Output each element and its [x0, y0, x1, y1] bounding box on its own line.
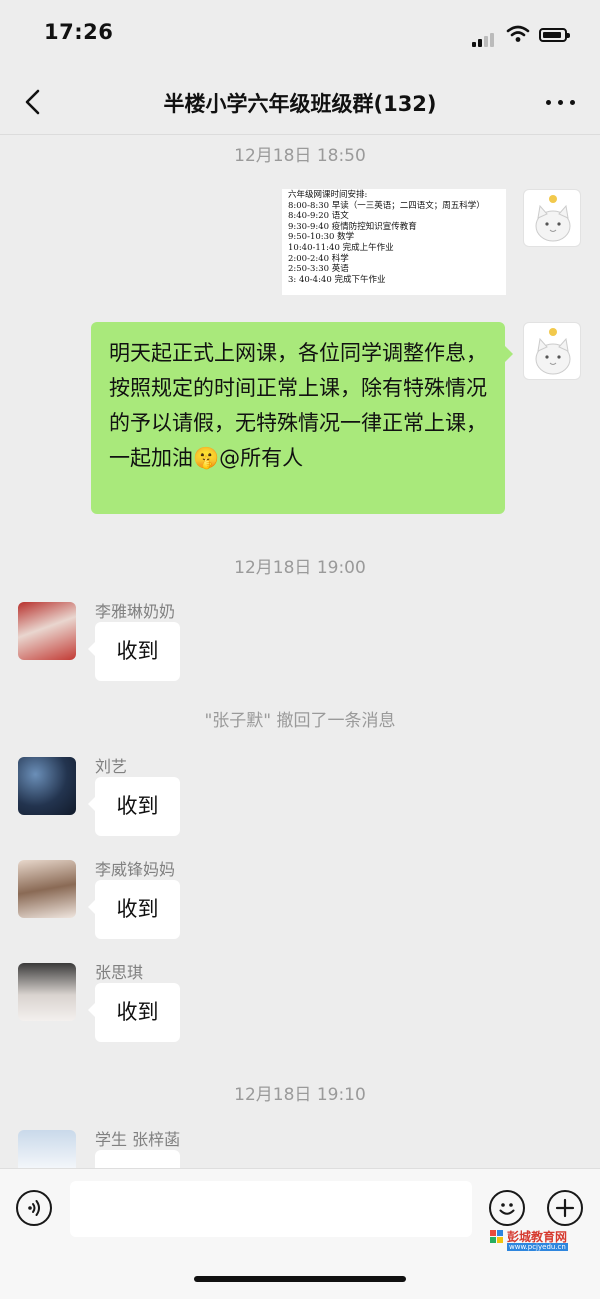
avatar[interactable] — [523, 322, 581, 380]
message-bubble[interactable]: 收到 — [88, 777, 180, 836]
schedule-line: 10:40-11:40 完成上午作业 — [288, 242, 394, 253]
sender-name: 学生 张梓菡 — [95, 1130, 181, 1149]
schedule-line: 3: 40-4:40 完成下午作业 — [288, 274, 386, 285]
message-text: 收到 — [116, 639, 159, 663]
schedule-line: 2:00-2:40 科学 — [288, 253, 349, 264]
timestamp: 12月18日 19:00 — [234, 558, 366, 578]
schedule-line: 六年级网课时间安排: — [288, 190, 368, 200]
avatar[interactable] — [18, 602, 76, 660]
plus-icon[interactable] — [547, 1190, 583, 1226]
timestamp: 12月18日 19:10 — [234, 1085, 366, 1105]
message-text: 明天起正式上网课，各位同学调整作息，按照规定的时间正常上课，除有特殊情况的予以请… — [109, 341, 487, 470]
status-time: 17:26 — [44, 20, 114, 44]
sender-name: 张思琪 — [95, 963, 144, 982]
sender-name: 李雅琳奶奶 — [95, 602, 176, 621]
schedule-line: 8:40-9:20 语文 — [288, 211, 349, 222]
status-bar: 17:26 — [0, 0, 600, 72]
battery-icon — [539, 28, 570, 42]
message-bubble[interactable]: 收到 — [88, 622, 180, 681]
schedule-image[interactable]: 六年级网课时间安排: 8:00-8:30 早读（一三英语；二四语文；周五科学） … — [282, 189, 506, 295]
cat-avatar-icon — [535, 195, 571, 242]
recall-notice: "张子默" 撤回了一条消息 — [204, 711, 396, 731]
avatar[interactable] — [523, 189, 581, 247]
schedule-line: 9:30-9:40 疫情防控知识宣传教育 — [288, 221, 417, 232]
sender-name: 李威锋妈妈 — [95, 860, 176, 879]
message-input[interactable] — [70, 1181, 472, 1237]
cat-avatar-icon — [535, 328, 571, 375]
message-bubble[interactable] — [95, 1150, 180, 1168]
voice-icon[interactable] — [16, 1190, 52, 1226]
sender-name: 刘艺 — [95, 757, 128, 776]
chat-title: 半楼小学六年级班级群(132) — [163, 92, 437, 116]
voice-wave-icon — [28, 1200, 40, 1216]
watermark-url: www.pcjyedu.cn — [507, 1243, 568, 1251]
avatar[interactable] — [18, 963, 76, 1021]
add-icon — [555, 1198, 575, 1218]
ellipsis-icon[interactable] — [544, 88, 578, 116]
home-indicator — [194, 1276, 406, 1282]
signal-icon — [472, 28, 496, 47]
message-bubble[interactable]: 收到 — [88, 880, 180, 939]
logo-icon — [490, 1230, 503, 1243]
chat-header: 半楼小学六年级班级群(132) — [0, 72, 600, 135]
watermark: 彭城教育网 www.pcjyedu.cn — [490, 1228, 594, 1254]
announcement-bubble[interactable]: 明天起正式上网课，各位同学调整作息，按照规定的时间正常上课，除有特殊情况的予以请… — [91, 322, 513, 514]
message-text: 收到 — [116, 1000, 159, 1024]
schedule-line: 8:00-8:30 早读（一三英语；二四语文；周五科学） — [288, 200, 485, 211]
avatar[interactable] — [18, 860, 76, 918]
avatar[interactable] — [18, 1130, 76, 1168]
schedule-line: 2:50-3:30 英语 — [288, 264, 349, 275]
wifi-icon — [506, 25, 530, 42]
avatar[interactable] — [18, 757, 76, 815]
message-bubble[interactable]: 收到 — [88, 983, 180, 1042]
schedule-line: 9:50-10:30 数学 — [288, 232, 355, 243]
smile-icon — [499, 1203, 515, 1215]
message-text: 收到 — [116, 794, 159, 818]
timestamp: 12月18日 18:50 — [234, 146, 366, 166]
emoji-icon[interactable] — [489, 1190, 525, 1226]
message-text: 收到 — [116, 897, 159, 921]
